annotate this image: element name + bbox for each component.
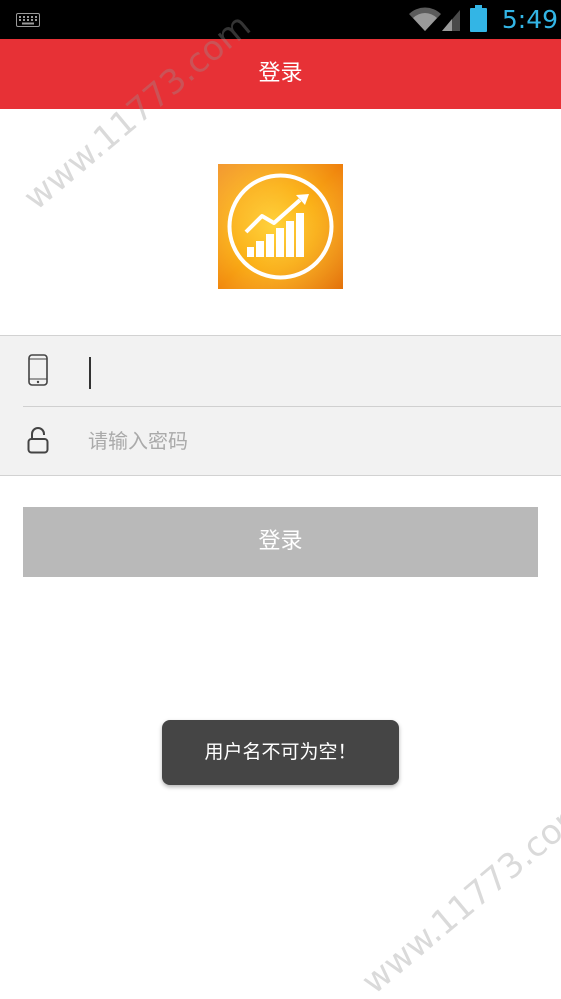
lock-icon [27,426,49,454]
status-bar: 5:49 [0,0,561,39]
password-input[interactable] [88,416,548,466]
signal-icon [440,6,462,32]
login-form [0,335,561,476]
toast-message: 用户名不可为空！ [162,720,399,785]
app-header: 登录 [0,39,561,109]
page-title: 登录 [258,61,303,86]
field-divider [23,406,561,407]
clock: 5:49 [501,5,558,34]
phone-icon [28,354,48,386]
keyboard-icon [16,12,40,27]
battery-icon [470,5,487,32]
text-cursor [89,357,91,389]
login-button[interactable]: 登录 [23,507,538,577]
app-logo [218,164,343,289]
wifi-icon [408,6,442,32]
phone-input[interactable] [88,346,548,396]
watermark: www.11773.com [354,789,561,999]
growth-chart-logo [218,164,343,289]
